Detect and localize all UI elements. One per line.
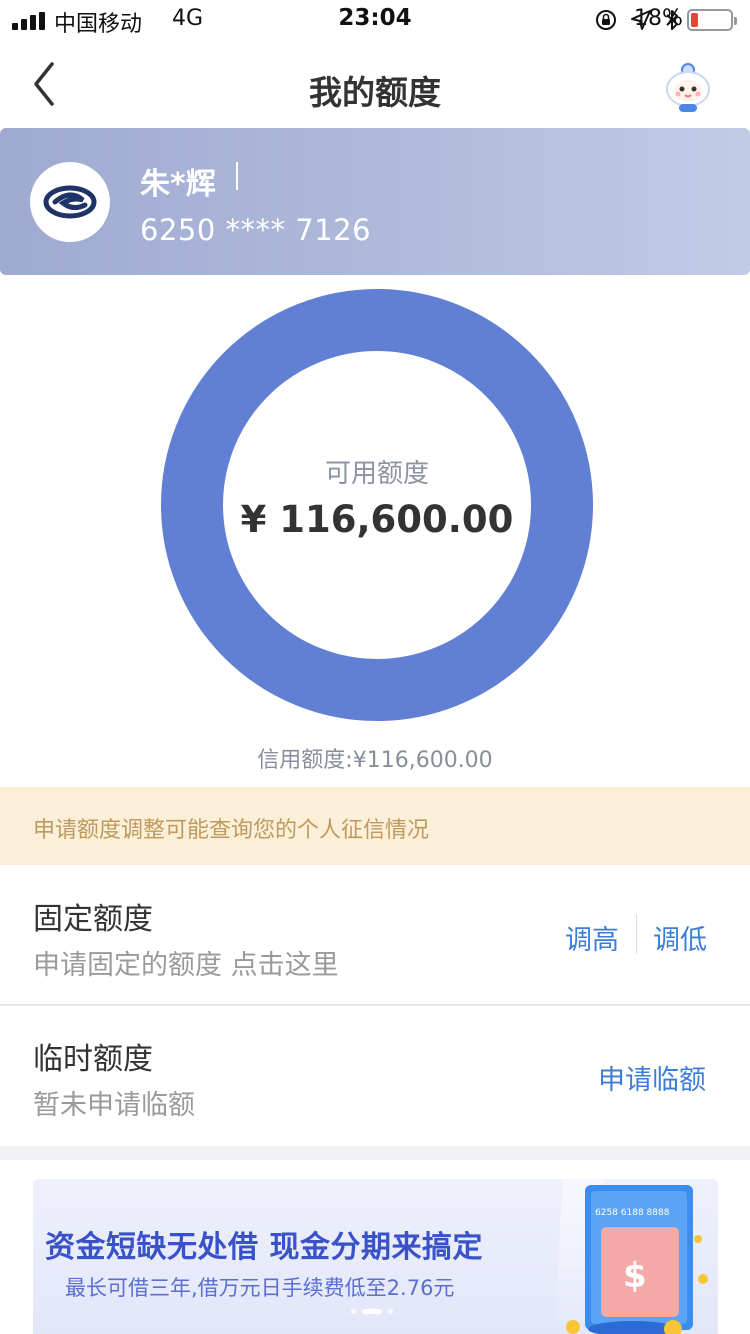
name-divider [236, 162, 238, 190]
credit-limit: 信用额度:¥116,600.00 [0, 742, 750, 774]
notice-text: 申请额度调整可能查询您的个人征信情况 [33, 818, 430, 843]
available-quota-amount: ¥ 116,600.00 [240, 498, 514, 541]
carousel-dot[interactable] [362, 1309, 382, 1314]
section-separator [0, 1146, 750, 1160]
battery-level [691, 13, 698, 27]
carrier-name: 中国移动 [54, 12, 143, 37]
fixed-quota-subtitle[interactable]: 申请固定的额度 点击这里 [33, 943, 339, 982]
battery-percent: 18% [634, 6, 683, 31]
orientation-lock-icon [596, 10, 616, 30]
temp-quota-subtitle: 暂未申请临额 [33, 1090, 195, 1121]
temp-quota-row: 临时额度 暂未申请临额 申请临额 [0, 1006, 750, 1146]
bank-logo-icon [30, 162, 110, 242]
nav-bar: 我的额度 [0, 40, 750, 128]
battery-icon [687, 9, 737, 31]
cash-card-illustration: 6258 6188 8888 $ [553, 1179, 708, 1334]
carousel-indicator [351, 1309, 393, 1314]
network-type: 4G [172, 6, 204, 31]
carousel-dot[interactable] [388, 1309, 393, 1314]
chevron-left-icon [34, 62, 54, 106]
promo-card-number: 6258 6188 8888 [595, 1208, 670, 1218]
credit-limit-amount: ¥116,600.00 [352, 748, 493, 773]
credit-check-notice: 申请额度调整可能查询您的个人征信情况 [0, 787, 750, 865]
decrease-quota-button[interactable]: 调低 [653, 918, 707, 957]
card-holder-name: 朱*辉 [140, 167, 216, 202]
card-number: 6250 **** 7126 [140, 213, 372, 247]
promo-subline: 最长可借三年,借万元日手续费低至2.76元 [65, 1276, 455, 1300]
increase-quota-button[interactable]: 调高 [565, 918, 619, 957]
credit-limit-label: 信用额度: [257, 748, 353, 773]
available-quota-label: 可用额度 [324, 459, 429, 489]
dollar-sign-icon: $ [623, 1256, 647, 1296]
signal-strength-icon [12, 12, 46, 30]
status-bar: 中国移动 4G 23:04 18% [0, 0, 750, 40]
fixed-quota-row: 固定额度 申请固定的额度 点击这里 调高 调低 [0, 866, 750, 1006]
carousel-dot[interactable] [351, 1309, 356, 1314]
page-title: 我的额度 [309, 73, 441, 112]
temp-quota-title: 临时额度 [33, 1042, 153, 1077]
promo-banner[interactable]: 资金短缺无处借 现金分期来搞定 最长可借三年,借万元日手续费低至2.76元 62… [33, 1179, 718, 1334]
card-info-banner: 朱*辉 6250 **** 7126 [0, 128, 750, 275]
robot-assistant-icon [666, 63, 710, 112]
apply-temp-quota-button[interactable]: 申请临额 [598, 1058, 706, 1097]
action-divider [636, 914, 637, 954]
fixed-quota-title: 固定额度 [33, 902, 153, 937]
assistant-button[interactable] [660, 58, 716, 114]
promo-headline: 资金短缺无处借 现金分期来搞定 [45, 1230, 483, 1265]
back-button[interactable] [22, 56, 66, 112]
